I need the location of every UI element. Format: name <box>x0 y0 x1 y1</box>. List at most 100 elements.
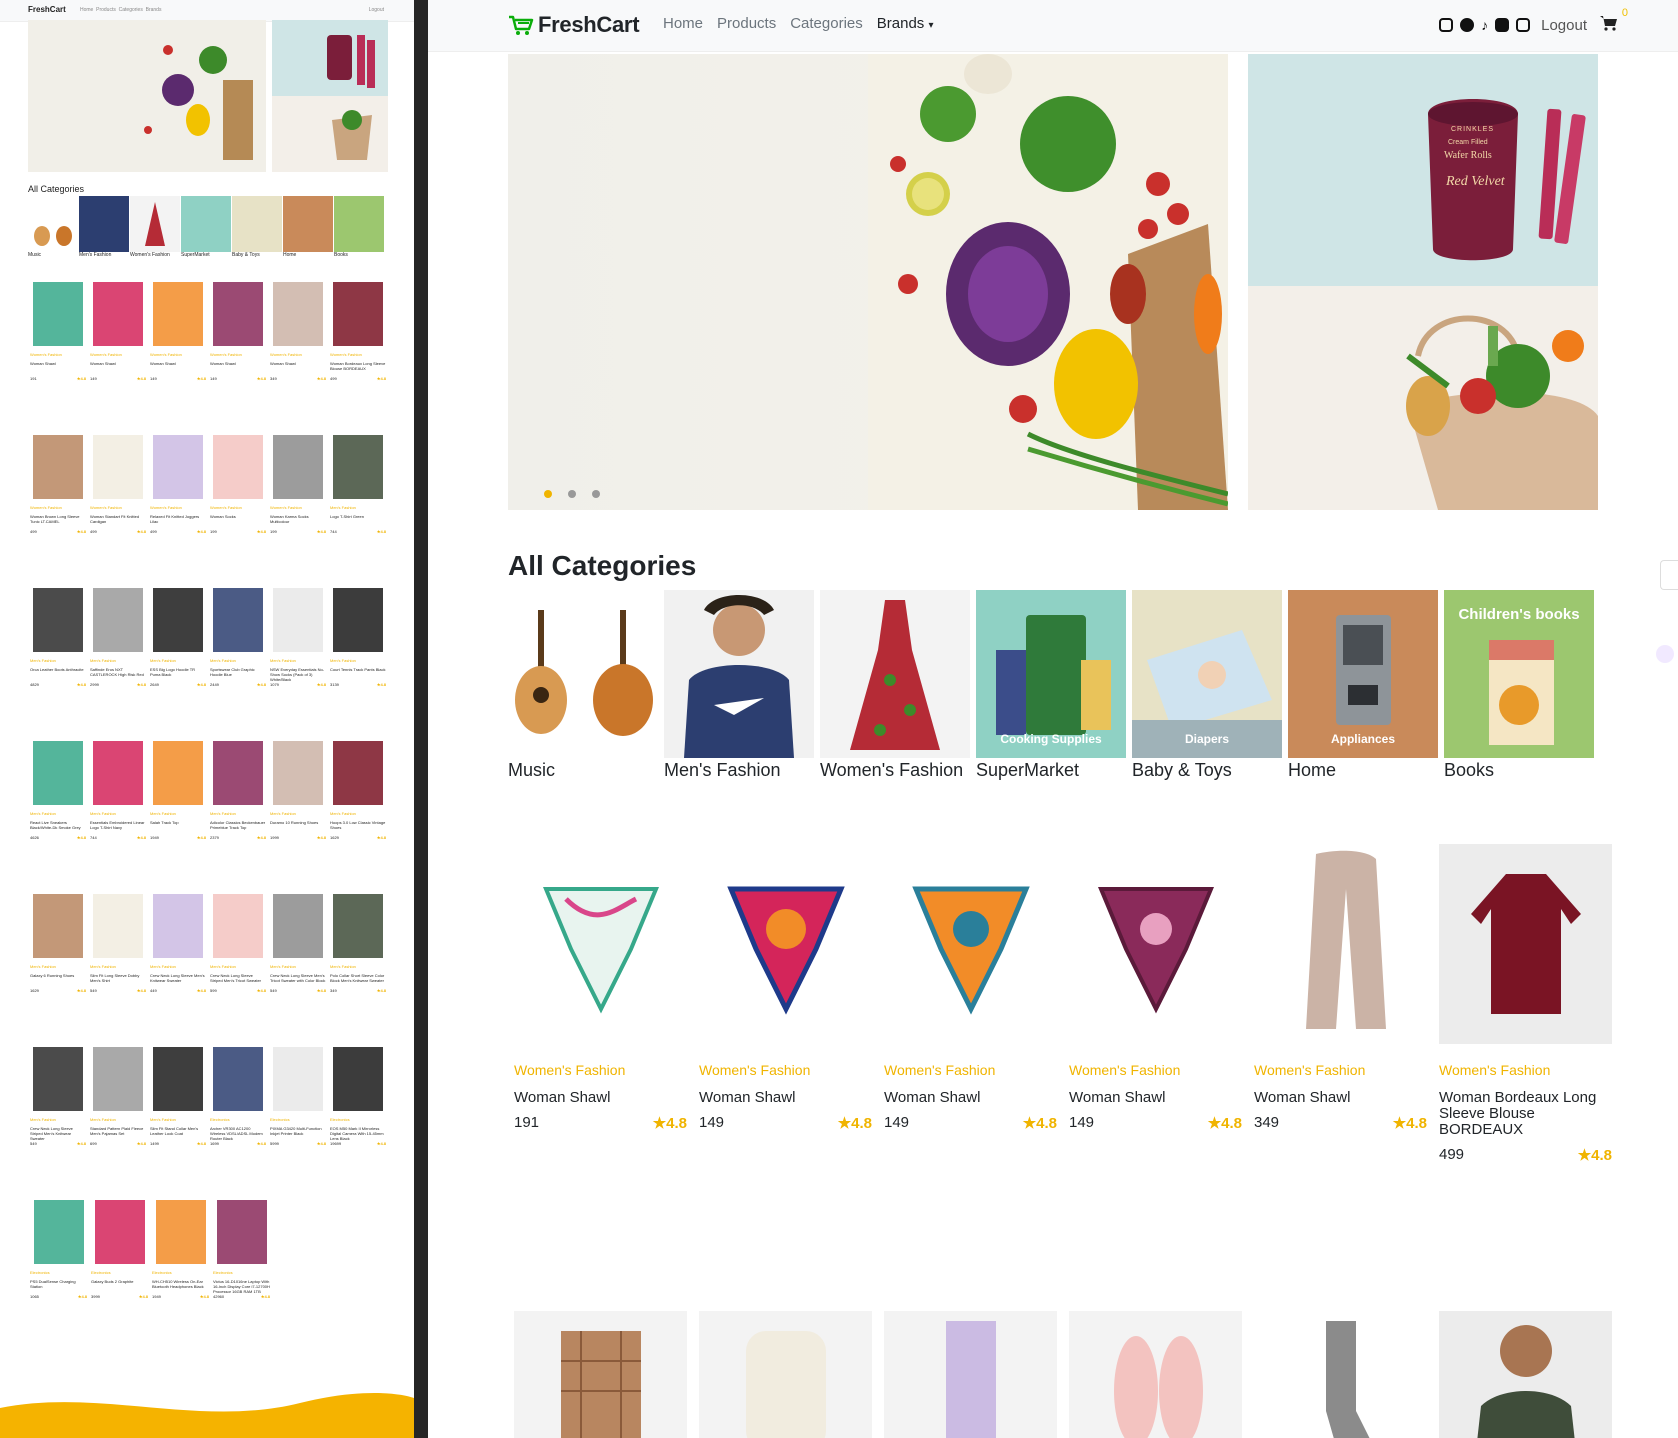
preview-product-card[interactable]: Electronics WH-CH510 Wireless On-Ear Blue… <box>150 1198 211 1351</box>
linkedin-icon[interactable] <box>1495 18 1510 32</box>
preview-product-rating: ★4.8 <box>256 682 266 687</box>
preview-product-card[interactable]: Men's Fashion Slim Fit Long Sleeve Dobby … <box>88 892 148 1045</box>
preview-product-card[interactable]: Men's Fashion Crew Neck Long Sleeve Strip… <box>28 1045 88 1198</box>
preview-product-card[interactable]: Men's Fashion Slim Fit Stand Collar Men's… <box>148 1045 208 1198</box>
product-card[interactable]: Women's Fashion Woman Bordeaux Long Slee… <box>1433 838 1618 1170</box>
preview-category[interactable]: Books <box>334 196 384 258</box>
side-panel-tab[interactable] <box>1660 560 1678 590</box>
tiktok-icon[interactable]: ♪ <box>1481 17 1488 33</box>
preview-product-card[interactable]: Men's Fashion Crew Neck Long Sleeve Strip… <box>208 892 268 1045</box>
preview-product-card[interactable]: Women's Fashion Woman Shawl 191 ★4.8 <box>28 280 88 433</box>
preview-product-card[interactable]: Electronics PS5 DualSense Charging Statio… <box>28 1198 89 1351</box>
preview-product-card[interactable]: Women's Fashion Woman Standart Fit Knitte… <box>88 433 148 586</box>
preview-category[interactable]: Women's Fashion <box>130 196 180 258</box>
nav-dropdown-brands[interactable]: Brands ▾ <box>877 15 934 32</box>
preview-product-card[interactable]: Women's Fashion Woman Brown Long Sleeve T… <box>28 433 88 586</box>
logout-link[interactable]: Logout <box>1541 17 1587 34</box>
nav-link-products[interactable]: Products <box>717 15 776 32</box>
youtube-icon[interactable] <box>1516 18 1531 32</box>
preview-product-card[interactable]: Men's Fashion NSW Everyday Essentials No-… <box>268 586 328 739</box>
product-card[interactable] <box>878 1305 1063 1438</box>
preview-product-card[interactable]: Men's Fashion Galaxy 6 Running Shoes 1629 ★… <box>28 892 88 1045</box>
preview-product-card[interactable]: Electronics Archer VR300 AC1200 Wireless … <box>208 1045 268 1198</box>
preview-brand[interactable]: FreshCart <box>28 5 66 14</box>
preview-product-card[interactable]: Electronics Galaxy Buds 2 Graphite 3999 ★4.… <box>89 1198 150 1351</box>
brand-logo[interactable]: FreshCart <box>508 12 640 38</box>
promo-banner-groceries[interactable] <box>1248 286 1598 510</box>
slider-dot[interactable] <box>544 490 552 498</box>
preview-product-price: 149 <box>90 376 97 381</box>
product-card[interactable] <box>1433 1305 1618 1438</box>
preview-product-card[interactable]: Men's Fashion Duramo 10 Running Shoes 1999… <box>268 739 328 892</box>
preview-product-image <box>93 282 143 346</box>
preview-product-card[interactable]: Men's Fashion Saffinde Eros NXT CASTLEROC… <box>88 586 148 739</box>
category-mens-fashion[interactable]: Men's Fashion <box>664 590 814 781</box>
product-card[interactable] <box>508 1305 693 1438</box>
preview-product-rating: ★4.8 <box>76 529 86 534</box>
product-card[interactable]: Women's Fashion Woman Shawl 349 ★4.8 <box>1248 838 1433 1170</box>
preview-product-card[interactable]: Men's Fashion Court Tennis Track Pants Bl… <box>328 586 388 739</box>
preview-product-card[interactable]: Women's Fashion Woman Socks 199 ★4.8 <box>208 433 268 586</box>
nav-link-categories[interactable]: Categories <box>790 15 863 32</box>
product-card[interactable]: Women's Fashion Woman Shawl 149 ★4.8 <box>1063 838 1248 1170</box>
preview-product-card[interactable]: Men's Fashion Polo Collar Short Sleeve Co… <box>328 892 388 1045</box>
preview-product-category: Electronics <box>270 1117 290 1122</box>
preview-product-card[interactable]: Men's Fashion React Live Sneakers Black/W… <box>28 739 88 892</box>
slider-dot[interactable] <box>568 490 576 498</box>
preview-product-card[interactable]: Women's Fashion Woman Shawl 149 ★4.8 <box>88 280 148 433</box>
preview-product-card[interactable]: Men's Fashion Sportswear Club Graphic Hoo… <box>208 586 268 739</box>
preview-product-card[interactable]: Electronics EOS M50 Mark II Mirrorless Di… <box>328 1045 388 1198</box>
category-music[interactable]: Music <box>508 590 658 781</box>
nav-right: ♪ Logout 0 <box>1439 7 1628 35</box>
preview-product-card[interactable]: Women's Fashion Woman Shawl 349 ★4.8 <box>268 280 328 433</box>
preview-category[interactable]: Music <box>28 196 78 258</box>
cart-button[interactable]: 0 <box>1600 7 1628 35</box>
preview-product-image <box>153 588 203 652</box>
preview-product-name: Salah Track Top <box>150 820 179 825</box>
preview-product-card[interactable]: Men's Fashion Crew Neck Long Sleeve Men's… <box>268 892 328 1045</box>
product-card[interactable] <box>1248 1305 1433 1438</box>
category-baby-toys[interactable]: Diapers Baby & Toys <box>1132 590 1282 781</box>
product-card[interactable]: Women's Fashion Woman Shawl 149 ★4.8 <box>693 838 878 1170</box>
preview-product-card[interactable]: Electronics PIXMA G3420 Multi-Function In… <box>268 1045 328 1198</box>
preview-category[interactable]: SuperMarket <box>181 196 231 258</box>
preview-product-card[interactable]: Women's Fashion Woman Shawl 149 ★4.8 <box>208 280 268 433</box>
promo-banner-wafer[interactable]: CRINKLES Cream Filled Wafer Rolls Red Ve… <box>1248 54 1598 286</box>
preview-product-card[interactable]: Men's Fashion Adicolor Classics Beckenbau… <box>208 739 268 892</box>
preview-product-card[interactable]: Women's Fashion Woman Karma Socks Multico… <box>268 433 328 586</box>
preview-category[interactable]: Home <box>283 196 333 258</box>
main-slider[interactable] <box>508 54 1228 510</box>
preview-product-card[interactable]: Men's Fashion ESS Big Logo Hoodie TR Puma… <box>148 586 208 739</box>
category-supermarket[interactable]: Cooking Supplies SuperMarket <box>976 590 1126 781</box>
extension-icon[interactable] <box>1656 645 1674 663</box>
preview-product-category: Men's Fashion <box>30 658 56 663</box>
preview-product-price: 1949 <box>150 835 159 840</box>
instagram-icon[interactable] <box>1439 18 1454 32</box>
product-card[interactable]: Women's Fashion Woman Shawl 191 ★4.8 <box>508 838 693 1170</box>
preview-product-card[interactable]: Women's Fashion Woman Bordeaux Long Sleev… <box>328 280 388 433</box>
preview-product-card[interactable]: Men's Fashion Hoops 3.0 Low Classic Vinta… <box>328 739 388 892</box>
preview-product-card[interactable]: Men's Fashion Crew Neck Long Sleeve Men's… <box>148 892 208 1045</box>
category-womens-fashion[interactable]: Women's Fashion <box>820 590 970 781</box>
preview-product-card[interactable]: Men's Fashion Logo T-Shirt Green 744 ★4.8 <box>328 433 388 586</box>
preview-category[interactable]: Men's Fashion <box>79 196 129 258</box>
product-card[interactable] <box>693 1305 878 1438</box>
nav-link-home[interactable]: Home <box>663 15 703 32</box>
product-card[interactable]: Women's Fashion Woman Shawl 149 ★4.8 <box>878 838 1063 1170</box>
product-card[interactable] <box>1063 1305 1248 1438</box>
preview-product-card[interactable]: Men's Fashion Salah Track Top 1949 ★4.8 <box>148 739 208 892</box>
preview-category[interactable]: Baby & Toys <box>232 196 282 258</box>
preview-product-card[interactable]: Men's Fashion Standard Pattern Plaid Flee… <box>88 1045 148 1198</box>
slider-dot[interactable] <box>592 490 600 498</box>
preview-logout[interactable]: Logout <box>369 7 384 13</box>
category-home[interactable]: Appliances Home <box>1288 590 1438 781</box>
preview-product-card[interactable]: Women's Fashion Woman Shawl 149 ★4.8 <box>148 280 208 433</box>
preview-product-card[interactable]: Electronics Victus 16-D1016ne Laptop With… <box>211 1198 272 1351</box>
preview-product-category: Women's Fashion <box>270 352 302 357</box>
facebook-icon[interactable] <box>1460 18 1475 32</box>
preview-product-card[interactable]: Men's Fashion Orca Leather Boots Anthraci… <box>28 586 88 739</box>
preview-product-card[interactable]: Men's Fashion Essentials Embroidered Line… <box>88 739 148 892</box>
pane-divider[interactable] <box>414 0 428 1438</box>
preview-product-card[interactable]: Women's Fashion Relaxed Fit Knitted Jogge… <box>148 433 208 586</box>
category-books[interactable]: Children's books Books <box>1444 590 1594 781</box>
